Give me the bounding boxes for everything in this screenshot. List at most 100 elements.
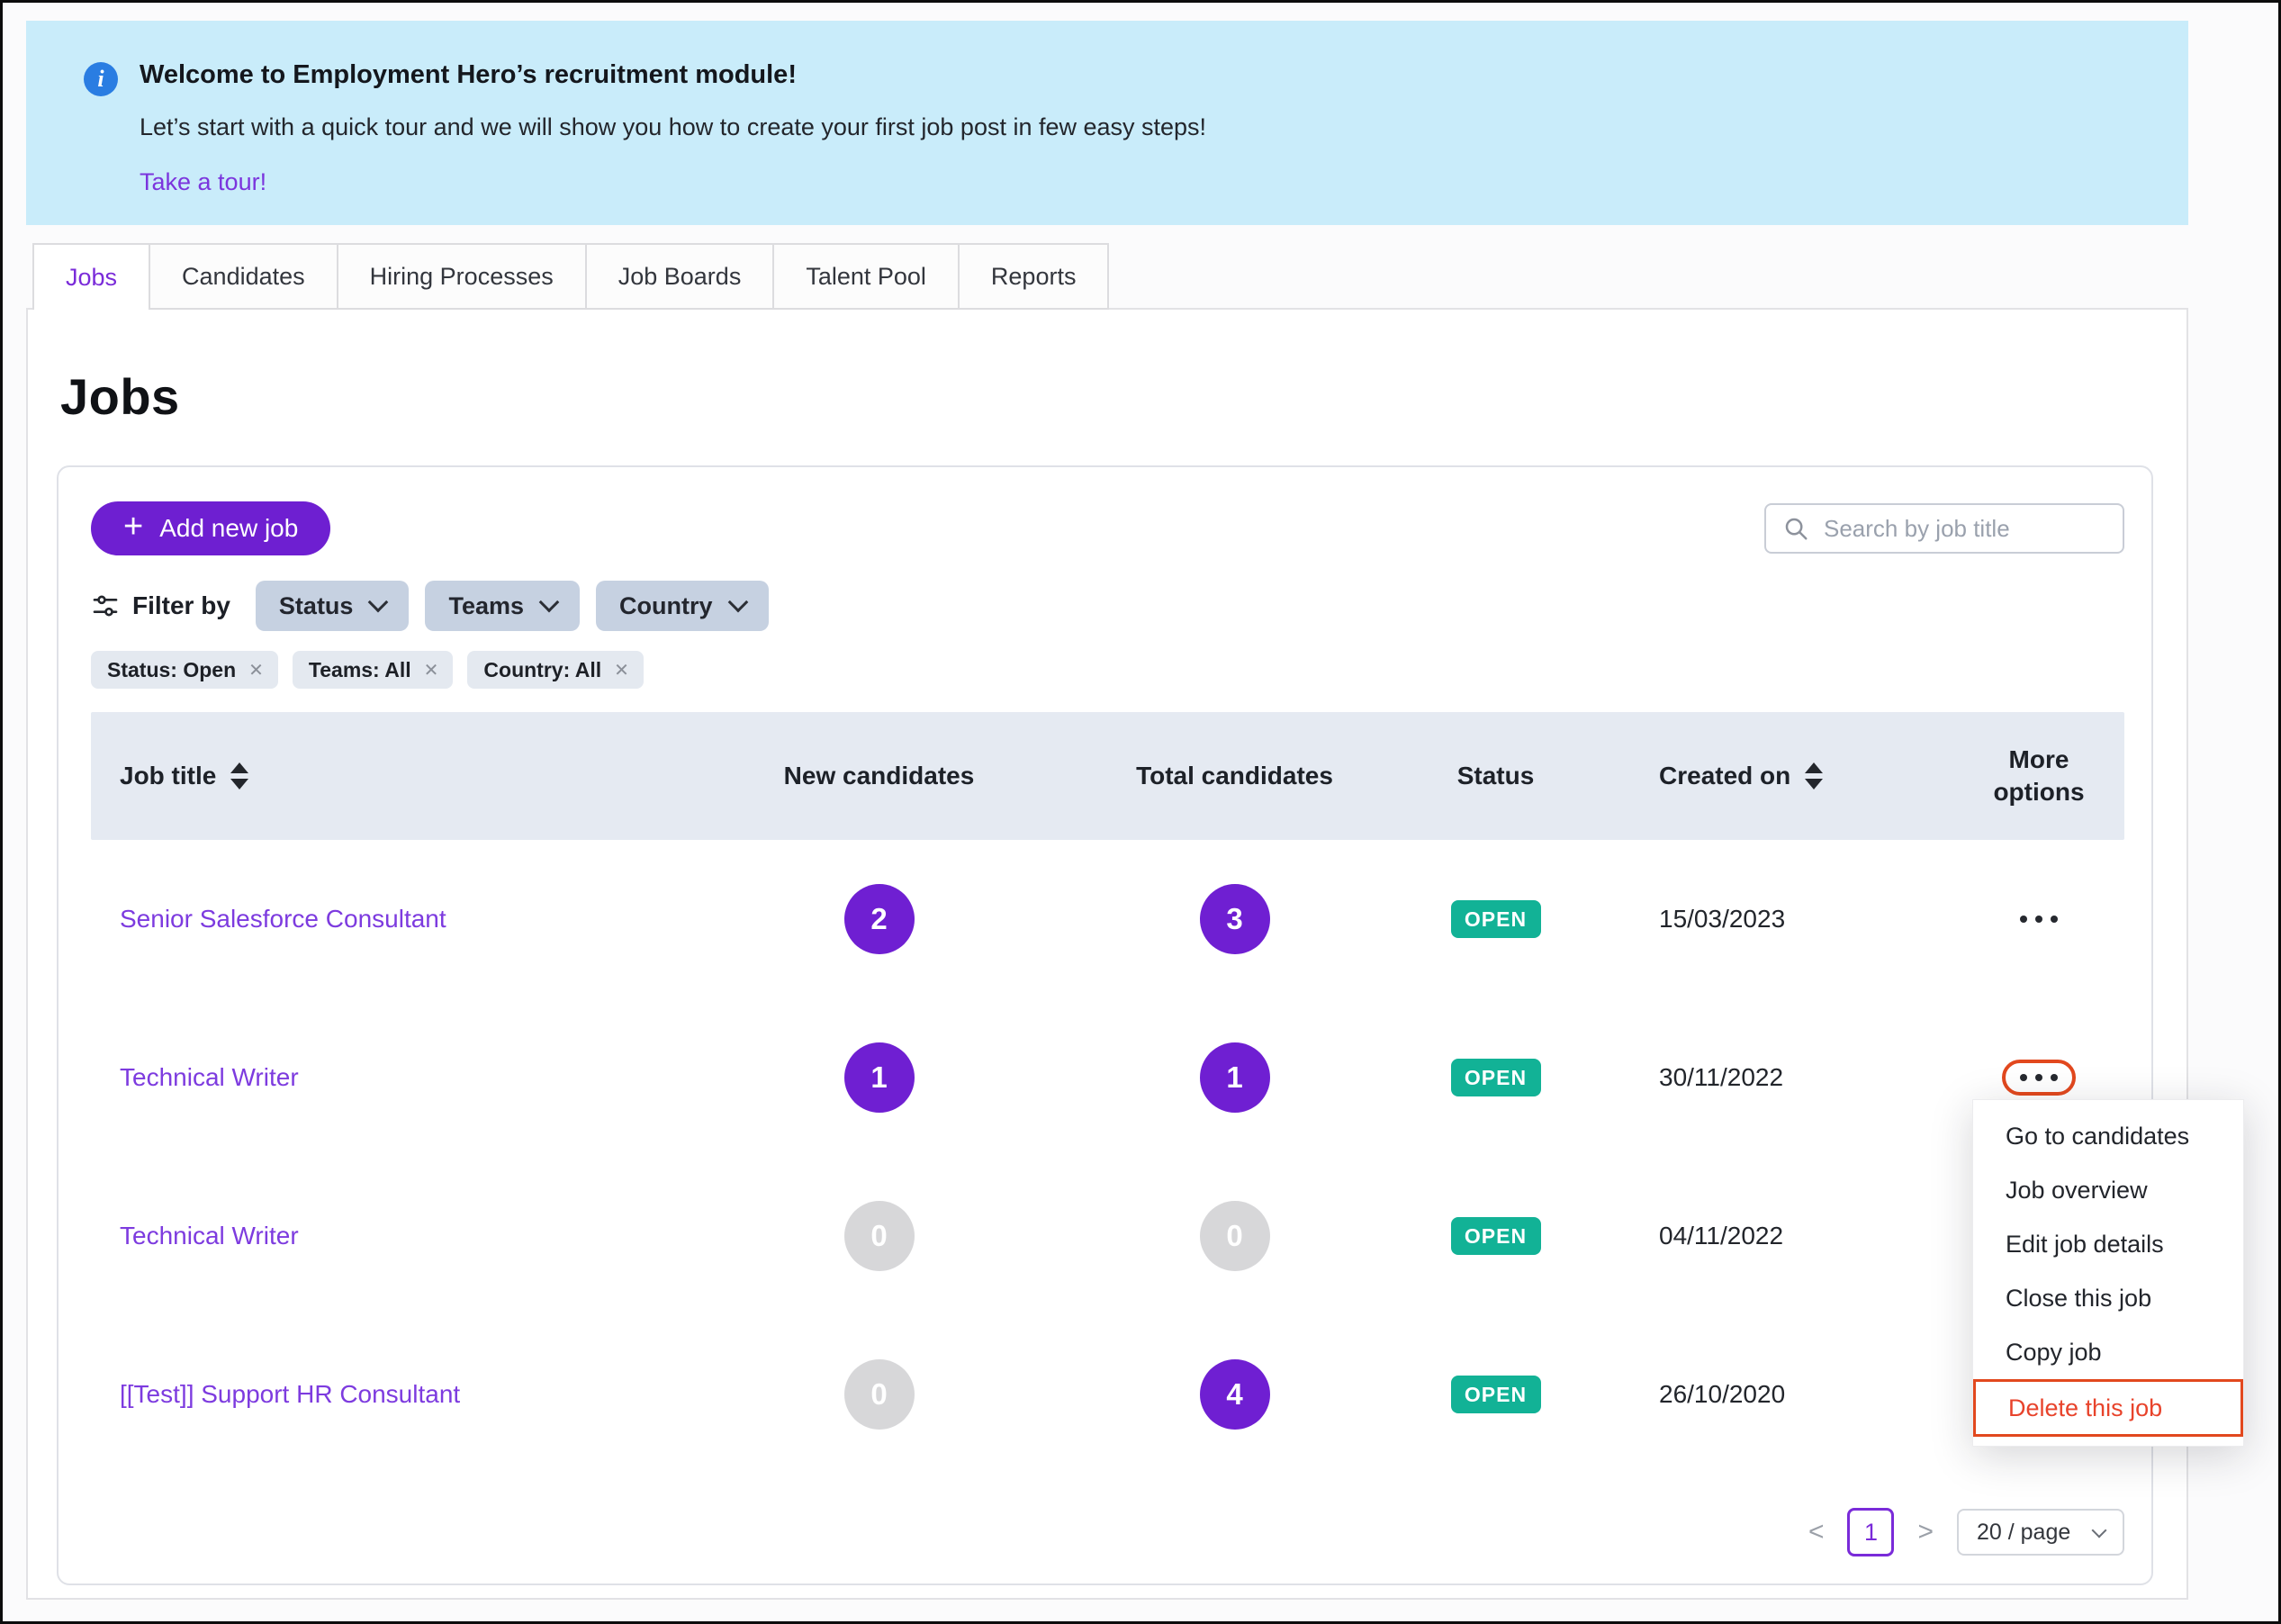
dot: [2020, 1074, 2027, 1081]
page-size-select[interactable]: 20 / page: [1957, 1509, 2124, 1556]
search-input[interactable]: [1822, 514, 2108, 544]
tab-reports[interactable]: Reports: [958, 243, 1110, 310]
total-candidates-count: 1: [1200, 1042, 1270, 1113]
filter-dropdown-status[interactable]: Status: [256, 581, 410, 631]
close-icon[interactable]: ✕: [424, 659, 439, 681]
sort-up-icon: [230, 762, 248, 773]
more-options-cell: [1949, 901, 2129, 937]
table-row: Senior Salesforce Consultant23OPEN15/03/…: [91, 840, 2124, 998]
next-page-button[interactable]: [1917, 1519, 1934, 1546]
column-header-new-candidates: New candidates: [706, 762, 1052, 790]
table-row: [[Test]] Support HR Consultant04OPEN26/1…: [91, 1315, 2124, 1474]
table-row: Technical Writer 1 1 OPEN 30/11/2022: [91, 998, 2124, 1157]
column-header-more-options: More options: [1949, 744, 2129, 809]
dot: [2035, 1074, 2042, 1081]
tab-jobs[interactable]: Jobs: [32, 243, 150, 310]
new-candidates-cell: 0: [706, 1201, 1052, 1271]
more-options-button[interactable]: [2002, 1060, 2076, 1096]
created-on-date: 30/11/2022: [1659, 1063, 1783, 1092]
column-header-created-on[interactable]: Created on: [1574, 762, 1949, 790]
table-row: Technical Writer 0 0 OPEN 04/11/2022: [91, 1157, 2124, 1315]
filter-dropdowns: Status Teams Country: [256, 581, 769, 631]
more-options-button[interactable]: [2002, 901, 2076, 937]
job-title-cell: Technical Writer: [91, 1063, 706, 1092]
tab-hiring-processes[interactable]: Hiring Processes: [337, 243, 587, 310]
add-new-job-button[interactable]: + Add new job: [91, 501, 330, 555]
job-title-link[interactable]: Technical Writer: [120, 1222, 299, 1250]
info-icon: [84, 62, 118, 96]
menu-item-close-this-job[interactable]: Close this job: [1973, 1271, 2243, 1325]
page-title: Jobs: [60, 367, 2186, 426]
job-title-cell: Technical Writer: [91, 1222, 706, 1250]
tab-job-boards[interactable]: Job Boards: [585, 243, 775, 310]
column-header-label: Created on: [1659, 762, 1790, 790]
job-title-link[interactable]: Technical Writer: [120, 1063, 299, 1092]
status-cell: OPEN: [1417, 1217, 1574, 1255]
column-header-job-title[interactable]: Job title: [91, 762, 706, 790]
job-title-cell: [[Test]] Support HR Consultant: [91, 1380, 706, 1409]
new-candidates-cell: 2: [706, 884, 1052, 954]
sort-icon[interactable]: [1805, 762, 1823, 789]
new-candidates-cell: 0: [706, 1359, 1052, 1430]
search-box[interactable]: [1764, 503, 2124, 554]
filter-icon: [91, 591, 120, 620]
prev-page-button[interactable]: [1808, 1519, 1825, 1546]
new-candidates-count: 1: [844, 1042, 915, 1113]
total-candidates-count: 0: [1200, 1201, 1270, 1271]
created-on-date: 04/11/2022: [1659, 1222, 1783, 1250]
chevron-down-icon: [2092, 1523, 2107, 1538]
status-cell: OPEN: [1417, 1059, 1574, 1096]
job-title-link[interactable]: [[Test]] Support HR Consultant: [120, 1380, 460, 1409]
new-candidates-count: 0: [844, 1201, 915, 1271]
card-toolbar: + Add new job: [91, 501, 2124, 555]
created-on-cell: 15/03/2023: [1574, 905, 1949, 934]
filter-dropdown-label: Teams: [448, 592, 524, 620]
tab-candidates[interactable]: Candidates: [149, 243, 338, 310]
tab-bar: JobsCandidatesHiring ProcessesJob Boards…: [32, 243, 2278, 310]
add-new-job-label: Add new job: [159, 514, 298, 543]
more-options-icon: [2020, 1074, 2058, 1081]
menu-item-copy-job[interactable]: Copy job: [1973, 1325, 2243, 1379]
job-title-cell: Senior Salesforce Consultant: [91, 905, 706, 934]
close-icon[interactable]: ✕: [248, 659, 264, 681]
column-header-total-candidates: Total candidates: [1052, 762, 1417, 790]
column-header-label: More options: [1983, 744, 2096, 809]
column-header-status: Status: [1417, 762, 1574, 790]
sort-up-icon: [1805, 762, 1823, 773]
welcome-banner: Welcome to Employment Hero’s recruitment…: [26, 21, 2188, 225]
page-size-value: 20 / page: [1977, 1520, 2070, 1546]
filter-dropdown-label: Country: [619, 592, 713, 620]
sort-down-icon: [230, 779, 248, 789]
created-on-date: 15/03/2023: [1659, 905, 1785, 934]
table-header: Job titleNew candidatesTotal candidatesS…: [91, 712, 2124, 840]
filter-dropdown-label: Status: [279, 592, 354, 620]
new-candidates-cell: 1: [706, 1042, 1052, 1113]
more-options-cell: [1949, 1060, 2129, 1096]
created-on-cell: 30/11/2022: [1574, 1063, 1949, 1092]
filter-chip-label: Country: All: [483, 658, 601, 682]
filter-dropdown-country[interactable]: Country: [596, 581, 769, 631]
filter-dropdown-teams[interactable]: Teams: [425, 581, 580, 631]
chevron-down-icon: [727, 592, 748, 613]
job-title-link[interactable]: Senior Salesforce Consultant: [120, 905, 446, 934]
filter-chip-label: Status: Open: [107, 658, 236, 682]
dot: [2051, 916, 2058, 923]
menu-item-go-to-candidates[interactable]: Go to candidates: [1973, 1109, 2243, 1163]
menu-item-edit-job-details[interactable]: Edit job details: [1973, 1217, 2243, 1271]
tab-talent-pool[interactable]: Talent Pool: [772, 243, 960, 310]
created-on-cell: 04/11/2022: [1574, 1222, 1949, 1250]
current-page-indicator[interactable]: 1: [1847, 1508, 1894, 1556]
menu-item-delete-this-job[interactable]: Delete this job: [1973, 1379, 2243, 1437]
sort-icon[interactable]: [230, 762, 248, 789]
total-candidates-cell: 0: [1052, 1201, 1417, 1271]
new-candidates-count: 0: [844, 1359, 915, 1430]
total-candidates-cell: 1: [1052, 1042, 1417, 1113]
plus-icon: +: [123, 510, 143, 544]
total-candidates-cell: 4: [1052, 1359, 1417, 1430]
take-a-tour-link[interactable]: Take a tour!: [140, 168, 266, 196]
banner-subtitle: Let’s start with a quick tour and we wil…: [140, 113, 1206, 141]
status-badge: OPEN: [1451, 1217, 1541, 1255]
menu-item-job-overview[interactable]: Job overview: [1973, 1163, 2243, 1217]
created-on-cell: 26/10/2020: [1574, 1380, 1949, 1409]
close-icon[interactable]: ✕: [614, 659, 629, 681]
